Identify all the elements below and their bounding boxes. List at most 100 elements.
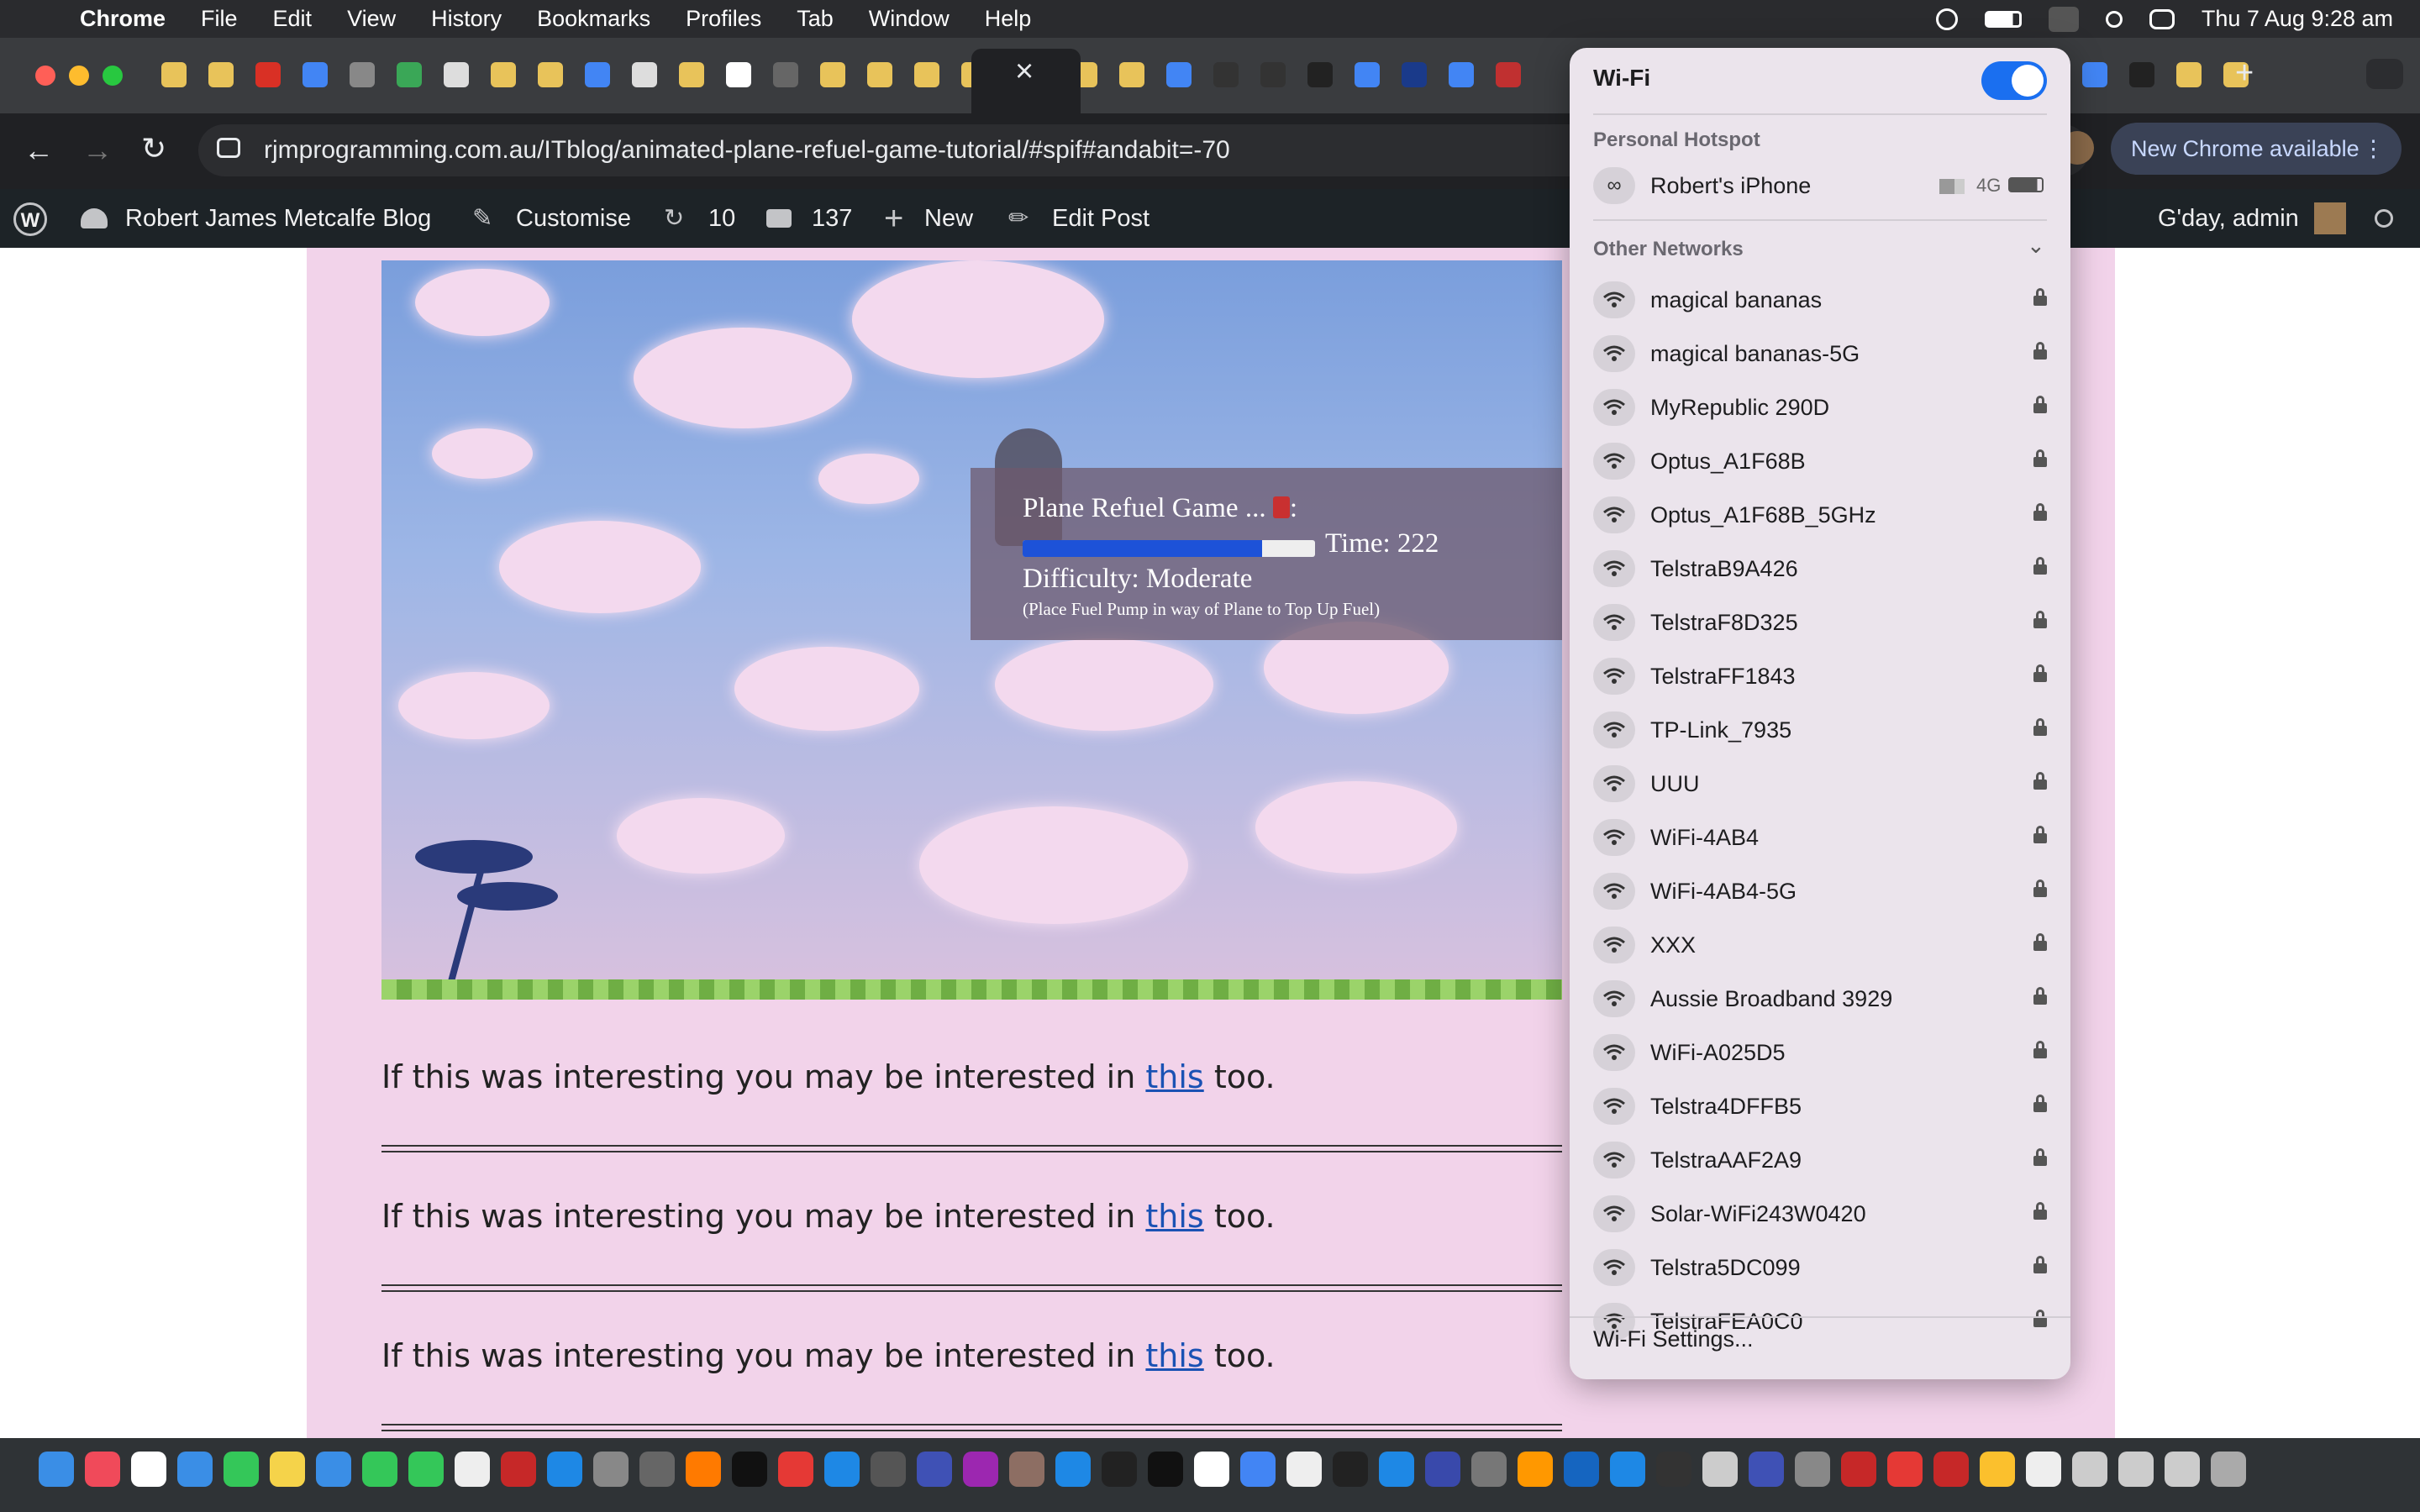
tab-favicon[interactable] <box>773 62 798 87</box>
tab-favicon[interactable] <box>1355 62 1380 87</box>
minimize-window-button[interactable] <box>69 66 89 86</box>
dock-app-icon[interactable] <box>1795 1452 1830 1487</box>
site-name-link[interactable]: Robert James Metcalfe Blog <box>125 189 431 248</box>
wifi-toggle[interactable] <box>1981 61 2047 100</box>
tab-favicon[interactable] <box>1496 62 1521 87</box>
wifi-network-row[interactable]: TelstraAAF2A9 <box>1570 1133 2070 1187</box>
wifi-network-row[interactable]: TelstraFF1843 <box>1570 649 2070 703</box>
forward-button[interactable]: → <box>82 133 113 168</box>
tab-favicon[interactable] <box>255 62 281 87</box>
dock-app-icon[interactable] <box>732 1452 767 1487</box>
wifi-network-row[interactable]: Optus_A1F68B_5GHz <box>1570 488 2070 542</box>
dock-app-icon[interactable] <box>686 1452 721 1487</box>
dock-app-icon[interactable] <box>2211 1452 2246 1487</box>
tab-favicon[interactable] <box>632 62 657 87</box>
dock-app-icon[interactable] <box>1471 1452 1507 1487</box>
wifi-network-row[interactable]: Telstra5DC099 <box>1570 1241 2070 1294</box>
dock-app-icon[interactable] <box>1333 1452 1368 1487</box>
menu-tab[interactable]: Tab <box>779 0 851 38</box>
wifi-network-row[interactable]: XXX <box>1570 918 2070 972</box>
wifi-network-row[interactable]: magical bananas-5G <box>1570 327 2070 381</box>
wifi-network-row[interactable]: Optus_A1F68B <box>1570 434 2070 488</box>
more-menu-icon[interactable]: ⋮ <box>2362 123 2385 175</box>
search-icon[interactable] <box>2105 10 2123 28</box>
tab-favicon[interactable] <box>820 62 845 87</box>
new-chrome-available-button[interactable]: New Chrome available ⋮ <box>2111 123 2402 175</box>
dock-app-icon[interactable] <box>547 1452 582 1487</box>
dock-app-icon[interactable] <box>1887 1452 1923 1487</box>
dock-app-icon[interactable] <box>778 1452 813 1487</box>
menu-app-name[interactable]: Chrome <box>62 0 183 38</box>
back-button[interactable]: ← <box>24 133 54 168</box>
dock-app-icon[interactable] <box>917 1452 952 1487</box>
tab-favicon[interactable] <box>444 62 469 87</box>
tab-favicon[interactable] <box>1449 62 1474 87</box>
dock-app-icon[interactable] <box>1055 1452 1091 1487</box>
search-icon[interactable] <box>2375 209 2393 228</box>
url-text[interactable]: rjmprogramming.com.au/ITblog/animated-pl… <box>264 134 1230 167</box>
tab-favicon[interactable] <box>491 62 516 87</box>
control-center-icon[interactable] <box>2149 8 2175 29</box>
dock-app-icon[interactable] <box>593 1452 629 1487</box>
hotspot-row[interactable]: ∞ Robert's iPhone 4G <box>1570 159 2070 213</box>
this-link[interactable]: this <box>1145 1198 1203 1235</box>
dock-app-icon[interactable] <box>1194 1452 1229 1487</box>
tab-favicon[interactable] <box>208 62 234 87</box>
edit-post-link[interactable]: Edit Post <box>1052 189 1150 248</box>
dock-app-icon[interactable] <box>85 1452 120 1487</box>
greeting-link[interactable]: G'day, admin <box>2158 189 2299 248</box>
site-info-icon[interactable] <box>217 138 240 158</box>
dock-app-icon[interactable] <box>639 1452 675 1487</box>
reload-button[interactable]: ↻ <box>141 131 166 166</box>
wifi-network-row[interactable]: WiFi-A025D5 <box>1570 1026 2070 1079</box>
menu-file[interactable]: File <box>183 0 255 38</box>
other-networks-heading[interactable]: Other Networks <box>1593 238 1744 261</box>
tab-favicon[interactable] <box>585 62 610 87</box>
dock-app-icon[interactable] <box>501 1452 536 1487</box>
tab-favicon[interactable] <box>161 62 187 87</box>
wordpress-logo-icon[interactable]: W <box>13 202 47 236</box>
wifi-settings-link[interactable]: Wi-Fi Settings... <box>1593 1326 1754 1352</box>
menu-edit[interactable]: Edit <box>255 0 330 38</box>
tab-favicon[interactable] <box>914 62 939 87</box>
menu-window[interactable]: Window <box>851 0 967 38</box>
menu-profiles[interactable]: Profiles <box>668 0 779 38</box>
dock-app-icon[interactable] <box>1933 1452 1969 1487</box>
dock-app-icon[interactable] <box>362 1452 397 1487</box>
dock-app-icon[interactable] <box>1841 1452 1876 1487</box>
menu-help[interactable]: Help <box>967 0 1050 38</box>
wifi-network-row[interactable]: TelstraF8D325 <box>1570 596 2070 649</box>
this-link[interactable]: this <box>1145 1058 1203 1095</box>
this-link[interactable]: this <box>1145 1337 1203 1374</box>
customise-link[interactable]: Customise <box>516 189 631 248</box>
dock-app-icon[interactable] <box>2026 1452 2061 1487</box>
active-tab[interactable]: × <box>971 49 1081 113</box>
tab-favicon[interactable] <box>2082 62 2107 87</box>
dock-app-icon[interactable] <box>1286 1452 1322 1487</box>
new-tab-button[interactable]: + <box>2235 55 2254 92</box>
wifi-network-row[interactable]: MyRepublic 290D <box>1570 381 2070 434</box>
play-icon[interactable] <box>1935 8 1958 30</box>
dock-app-icon[interactable] <box>39 1452 74 1487</box>
dock-app-icon[interactable] <box>316 1452 351 1487</box>
dock-app-icon[interactable] <box>408 1452 444 1487</box>
dock-app-icon[interactable] <box>1009 1452 1044 1487</box>
tab-favicon[interactable] <box>1260 62 1286 87</box>
dock-app-icon[interactable] <box>270 1452 305 1487</box>
dock-app-icon[interactable] <box>1518 1452 1553 1487</box>
wifi-network-row[interactable]: UUU <box>1570 757 2070 811</box>
new-content-link[interactable]: New <box>924 189 973 248</box>
tab-favicon[interactable] <box>1119 62 1144 87</box>
dock-app-icon[interactable] <box>2165 1452 2200 1487</box>
dock-app-icon[interactable] <box>1564 1452 1599 1487</box>
dock-app-icon[interactable] <box>1379 1452 1414 1487</box>
dock-app-icon[interactable] <box>871 1452 906 1487</box>
tab-favicon[interactable] <box>1166 62 1192 87</box>
dock-app-icon[interactable] <box>1749 1452 1784 1487</box>
wifi-network-row[interactable]: TelstraB9A426 <box>1570 542 2070 596</box>
dock-app-icon[interactable] <box>1425 1452 1460 1487</box>
wifi-network-row[interactable]: Solar-WiFi243W0420 <box>1570 1187 2070 1241</box>
menu-bookmarks[interactable]: Bookmarks <box>519 0 668 38</box>
menu-clock[interactable]: Thu 7 Aug 9:28 am <box>2202 6 2393 32</box>
wifi-network-row[interactable]: Telstra4DFFB5 <box>1570 1079 2070 1133</box>
